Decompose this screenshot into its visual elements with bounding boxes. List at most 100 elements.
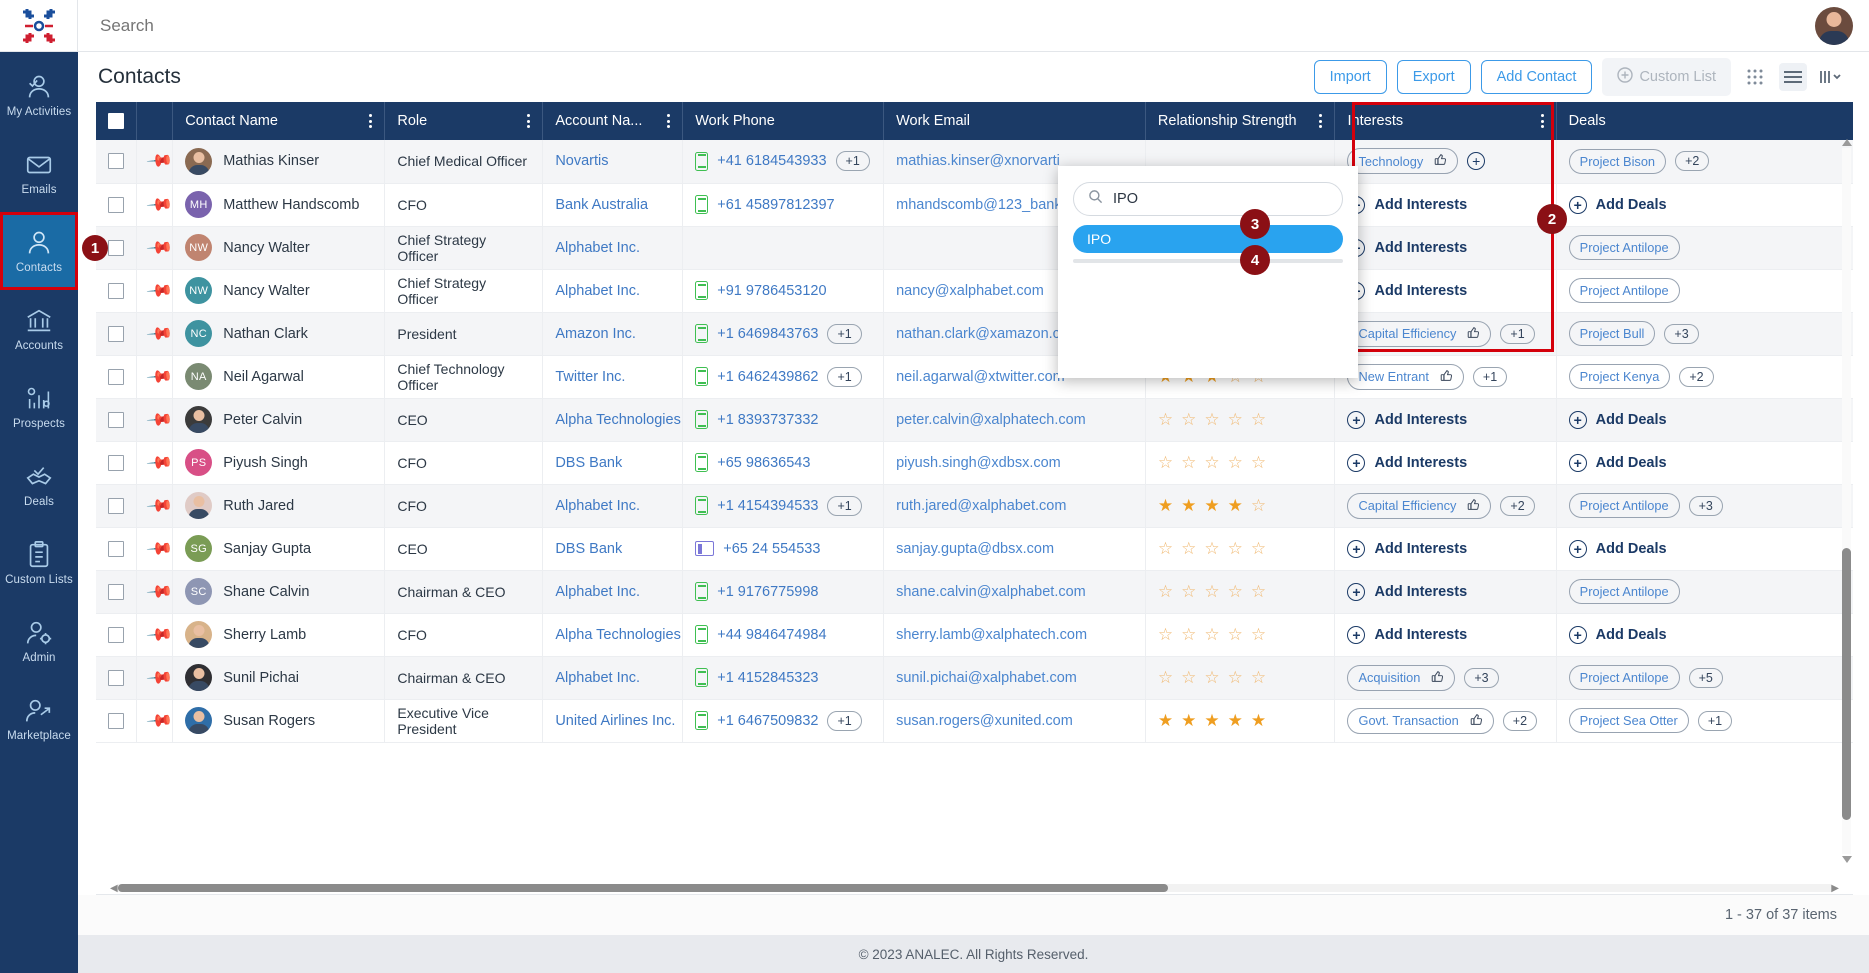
interests-cell[interactable]: + Add Interests — [1334, 613, 1557, 657]
row-pin-cell[interactable]: 📌 — [136, 183, 174, 227]
column-header-role[interactable]: Role — [384, 102, 544, 140]
work-phone-value[interactable]: +61 45897812397 — [717, 197, 834, 213]
star-empty-icon[interactable]: ☆ — [1251, 540, 1266, 557]
star-empty-icon[interactable]: ☆ — [1228, 411, 1243, 428]
scroll-right-arrow[interactable]: ▶ — [1831, 883, 1839, 894]
work-email-link[interactable]: sherry.lamb@xalphatech.com — [896, 627, 1087, 643]
add-interests-button[interactable]: +Add Interests — [1347, 238, 1467, 257]
work-phone-value[interactable]: +1 6462439862 — [717, 369, 818, 385]
add-interests-button[interactable]: +Add Interests — [1347, 539, 1467, 558]
star-filled-icon[interactable]: ★ — [1228, 497, 1243, 514]
pin-icon[interactable]: 📌 — [145, 147, 172, 176]
star-empty-icon[interactable]: ☆ — [1251, 497, 1266, 514]
work-email-link[interactable]: ruth.jared@xalphabet.com — [896, 498, 1066, 514]
relationship-stars[interactable]: ★ ★ ★ ★ ★ — [1158, 712, 1323, 729]
interests-search-box[interactable] — [1073, 182, 1343, 216]
interests-cell[interactable]: Capital Efficiency +2 — [1334, 484, 1557, 528]
contact-name-cell[interactable]: Mathias Kinser — [172, 140, 386, 184]
sidebar-item-marketplace[interactable]: Marketplace — [0, 680, 78, 758]
account-name-link[interactable]: Alphabet Inc. — [555, 283, 640, 299]
account-name-link[interactable]: Alpha Technologies — [555, 412, 681, 428]
pin-icon[interactable]: 📌 — [145, 620, 172, 649]
star-empty-icon[interactable]: ☆ — [1181, 583, 1196, 600]
row-select-cell[interactable] — [96, 699, 138, 743]
vertical-scroll-thumb[interactable] — [1842, 548, 1851, 820]
work-email-cell[interactable]: susan.rogers@xunited.com — [883, 699, 1146, 743]
deals-tag[interactable]: Project Antilope — [1568, 278, 1680, 303]
deals-more-badge[interactable]: +2 — [1675, 151, 1710, 172]
row-checkbox[interactable] — [108, 626, 125, 643]
column-header-account-name[interactable]: Account Na... — [542, 102, 684, 140]
relationship-strength-cell[interactable]: ☆ ☆ ☆ ☆ ☆ — [1145, 527, 1336, 571]
interests-search-input[interactable] — [1113, 191, 1253, 207]
work-phone-cell[interactable]: +1 6467509832 +1 — [682, 699, 885, 743]
pin-icon[interactable]: 📌 — [145, 491, 172, 520]
deals-cell[interactable]: Project Antilope — [1556, 269, 1853, 313]
deals-tag[interactable]: Project Antilope — [1568, 579, 1680, 604]
account-name-cell[interactable]: DBS Bank — [542, 441, 684, 485]
contact-name-cell[interactable]: Sunil Pichai — [172, 656, 386, 700]
star-filled-icon[interactable]: ★ — [1251, 712, 1266, 729]
pin-icon[interactable]: 📌 — [145, 362, 172, 391]
star-empty-icon[interactable]: ☆ — [1228, 669, 1243, 686]
row-pin-cell[interactable]: 📌 — [136, 699, 174, 743]
star-empty-icon[interactable]: ☆ — [1181, 411, 1196, 428]
star-empty-icon[interactable]: ☆ — [1158, 583, 1173, 600]
search-input[interactable] — [100, 15, 700, 36]
deals-tag[interactable]: Project Kenya — [1568, 364, 1671, 389]
star-empty-icon[interactable]: ☆ — [1204, 669, 1219, 686]
row-checkbox[interactable] — [108, 583, 125, 600]
work-phone-cell[interactable]: +1 4152845323 — [682, 656, 885, 700]
work-email-link[interactable]: sanjay.gupta@dbsx.com — [896, 541, 1054, 557]
interests-cell[interactable]: Acquisition +3 — [1334, 656, 1557, 700]
column-header-relationship-strength[interactable]: Relationship Strength — [1145, 102, 1336, 140]
account-name-cell[interactable]: Alphabet Inc. — [542, 269, 684, 313]
deals-cell[interactable]: Project Antilope +3 — [1556, 484, 1853, 528]
deals-cell[interactable]: + Add Deals — [1556, 441, 1853, 485]
plus-circle-icon[interactable]: + — [1347, 453, 1366, 472]
plus-circle-icon[interactable]: + — [1568, 410, 1587, 429]
interests-cell[interactable]: Capital Efficiency +1 — [1334, 312, 1557, 356]
add-deals-button[interactable]: + Add Deals — [1568, 195, 1667, 214]
star-empty-icon[interactable]: ☆ — [1204, 454, 1219, 471]
row-pin-cell[interactable]: 📌 — [136, 140, 174, 184]
star-filled-icon[interactable]: ★ — [1158, 497, 1173, 514]
work-email-cell[interactable]: peter.calvin@xalphatech.com — [883, 398, 1146, 442]
deals-cell[interactable]: Project Antilope — [1556, 570, 1853, 614]
row-pin-cell[interactable]: 📌 — [136, 484, 174, 528]
deals-cell[interactable]: Project Kenya +2 — [1556, 355, 1853, 399]
work-phone-cell[interactable]: +1 8393737332 — [682, 398, 885, 442]
add-interests-button[interactable]: +Add Interests — [1347, 281, 1467, 300]
deals-tag[interactable]: Project Sea Otter — [1568, 708, 1689, 733]
star-empty-icon[interactable]: ☆ — [1204, 583, 1219, 600]
plus-circle-icon[interactable]: + — [1568, 625, 1587, 644]
phone-more-badge[interactable]: +1 — [827, 495, 862, 516]
column-menu-icon[interactable] — [1533, 114, 1544, 128]
work-phone-cell[interactable]: +65 24 554533 — [682, 527, 885, 571]
account-name-cell[interactable]: Alphabet Inc. — [542, 570, 684, 614]
star-empty-icon[interactable]: ☆ — [1158, 454, 1173, 471]
add-deals-button[interactable]: + Add Deals — [1568, 453, 1667, 472]
horizontal-scrollbar[interactable]: ◀ ▶ — [96, 882, 1853, 894]
add-interests-button[interactable]: +Add Interests — [1347, 410, 1467, 429]
add-interests-button[interactable]: +Add Interests — [1347, 195, 1467, 214]
work-email-link[interactable]: sunil.pichai@xalphabet.com — [896, 670, 1077, 686]
popup-option-ipo[interactable]: IPO — [1073, 225, 1343, 253]
deals-cell[interactable]: + Add Deals — [1556, 527, 1853, 571]
star-empty-icon[interactable]: ☆ — [1228, 454, 1243, 471]
star-filled-icon[interactable]: ★ — [1204, 712, 1219, 729]
row-select-cell[interactable] — [96, 269, 138, 313]
contact-name-cell[interactable]: MH Matthew Handscomb — [172, 183, 386, 227]
account-name-link[interactable]: Amazon Inc. — [555, 326, 636, 342]
pin-icon[interactable]: 📌 — [145, 190, 172, 219]
interests-more-badge[interactable]: +1 — [1500, 323, 1535, 344]
work-email-cell[interactable]: shane.calvin@xalphabet.com — [883, 570, 1146, 614]
relationship-stars[interactable]: ☆ ☆ ☆ ☆ ☆ — [1158, 669, 1323, 686]
phone-more-badge[interactable]: +1 — [827, 366, 862, 387]
deals-cell[interactable]: + Add Deals — [1556, 613, 1853, 657]
plus-circle-icon[interactable]: + — [1347, 625, 1366, 644]
import-button[interactable]: Import — [1313, 60, 1387, 94]
interests-cell[interactable]: Technology + — [1334, 140, 1557, 184]
work-phone-value[interactable]: +44 9846474984 — [717, 627, 826, 643]
account-name-cell[interactable]: Alphabet Inc. — [542, 226, 684, 270]
